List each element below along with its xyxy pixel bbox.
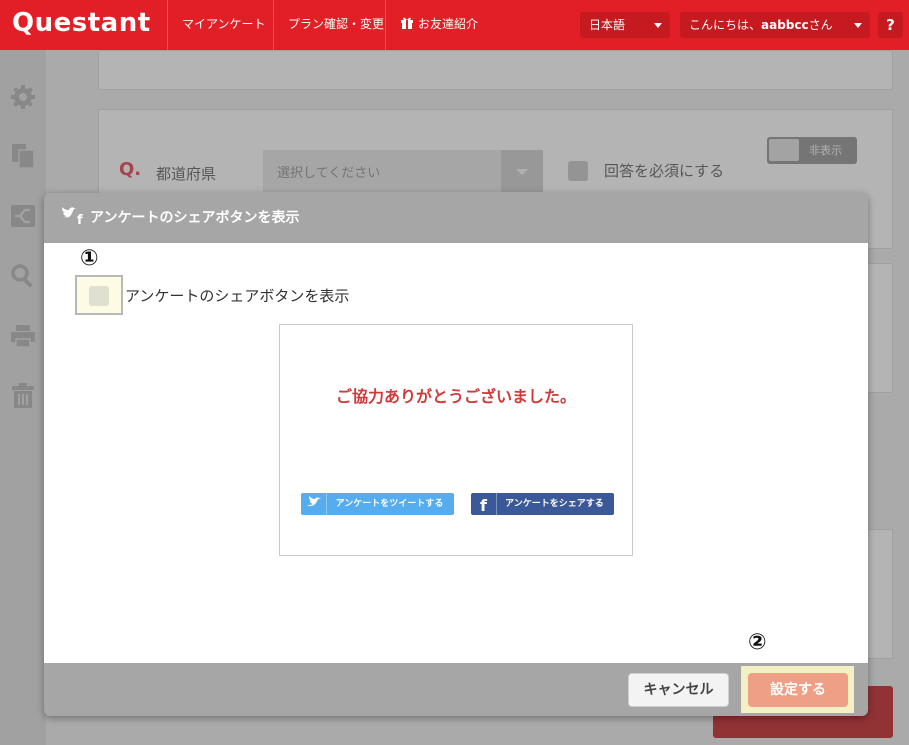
share-preview: ご協力ありがとうございました。 アンケートをツイートする f アンケートをシェア… xyxy=(279,324,633,556)
twitter-icon xyxy=(301,493,327,515)
dialog-body: ① アンケートのシェアボタンを表示 ご協力ありがとうございました。 アンケートを… xyxy=(44,243,868,663)
facebook-share-button: f アンケートをシェアする xyxy=(471,493,614,515)
facebook-button-label: アンケートをシェアする xyxy=(505,499,604,509)
nav-plan[interactable]: プラン確認・変更 xyxy=(273,0,398,50)
user-menu[interactable]: こんにちは、aabbccさん xyxy=(680,12,870,38)
facebook-icon: f xyxy=(471,493,497,515)
greeting-prefix: こんにちは、 xyxy=(689,18,762,32)
show-share-checkbox-wrapper[interactable] xyxy=(75,275,123,315)
chevron-down-icon xyxy=(854,23,862,28)
chevron-down-icon xyxy=(654,23,662,28)
greeting-suffix: さん xyxy=(808,18,833,32)
dialog-title-text: アンケートのシェアボタンを表示 xyxy=(90,210,300,226)
svg-text:f: f xyxy=(77,213,83,225)
thanks-message: ご協力ありがとうございました。 xyxy=(335,387,576,406)
svg-text:f: f xyxy=(480,496,488,515)
language-value: 日本語 xyxy=(589,18,626,32)
user-name: aabbcc xyxy=(761,18,809,32)
step-marker-1: ① xyxy=(80,246,99,271)
twitter-facebook-icon: f xyxy=(60,207,88,229)
top-header: Questant マイアンケート プラン確認・変更 お友達紹介 日本語 こんにち… xyxy=(0,0,909,60)
nav-my-surveys[interactable]: マイアンケート xyxy=(167,0,280,50)
show-share-checkbox[interactable] xyxy=(89,286,109,306)
show-share-checkbox-label[interactable]: アンケートのシェアボタンを表示 xyxy=(125,285,349,306)
share-button-dialog: f アンケートのシェアボタンを表示 ① アンケートのシェアボタンを表示 ご協力あ… xyxy=(44,193,868,716)
help-button[interactable]: ? xyxy=(878,12,903,38)
step-marker-2: ② xyxy=(748,630,767,655)
nav-refer-friend-label: お友達紹介 xyxy=(418,17,479,31)
nav-refer-friend[interactable]: お友達紹介 xyxy=(385,0,492,50)
questant-logo[interactable]: Questant xyxy=(12,8,151,38)
tweet-button-label: アンケートをツイートする xyxy=(335,499,444,509)
dialog-title: f アンケートのシェアボタンを表示 xyxy=(60,207,299,229)
cancel-button[interactable]: キャンセル xyxy=(628,673,729,707)
language-select[interactable]: 日本語 xyxy=(580,12,670,38)
gift-icon xyxy=(400,1,414,29)
submit-button[interactable]: 設定する xyxy=(748,673,848,707)
tweet-button: アンケートをツイートする xyxy=(301,493,454,515)
dialog-footer: キャンセル ② 設定する xyxy=(44,630,868,716)
